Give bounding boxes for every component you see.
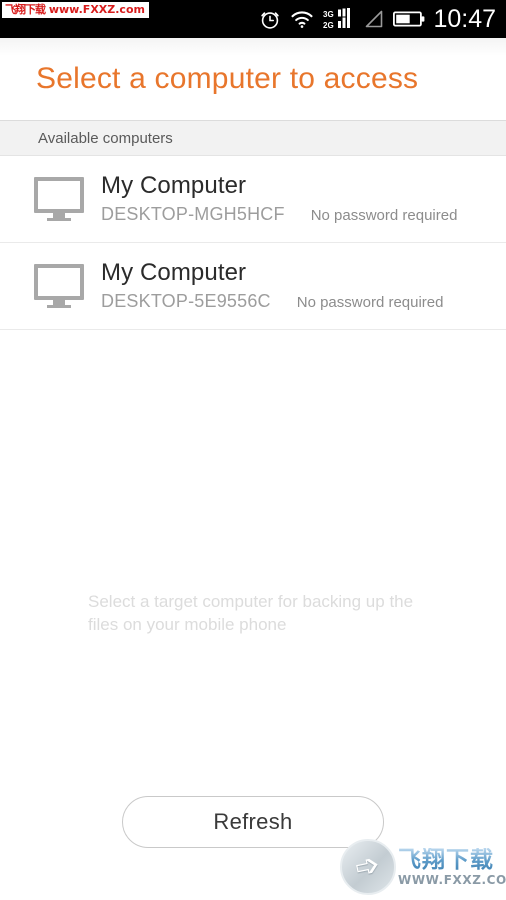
computer-name: My Computer — [101, 172, 247, 199]
signal-triangle-icon — [362, 9, 384, 29]
title-header: Select a computer to access — [0, 38, 506, 120]
refresh-button[interactable]: Refresh — [122, 796, 384, 848]
list-item[interactable]: My Computer DESKTOP-5E9556C No password … — [0, 243, 506, 330]
watermark-top-chinese: 飞翔下载 — [5, 3, 46, 16]
list-item[interactable]: My Computer DESKTOP-MGH5HCF No password … — [0, 156, 506, 243]
alarm-clock-icon — [259, 8, 281, 30]
page-title: Select a computer to access — [36, 62, 419, 95]
cellular-signal-icon: 3G 2G — [323, 8, 353, 30]
computer-password-status: No password required — [296, 294, 444, 311]
computer-subline: DESKTOP-MGH5HCF No password required — [101, 203, 506, 227]
section-header-available-computers: Available computers — [0, 120, 506, 156]
wifi-icon — [290, 9, 314, 29]
hint-text: Select a target computer for backing up … — [88, 592, 414, 634]
watermark-bottom-text: 飞翔下载 WWW.FXXZ.COM — [398, 847, 506, 887]
hint-area: Select a target computer for backing up … — [0, 590, 506, 636]
list-item-text: My Computer DESKTOP-MGH5HCF No password … — [101, 171, 506, 227]
computer-hostname: DESKTOP-5E9556C — [101, 291, 271, 311]
computer-subline: DESKTOP-5E9556C No password required — [101, 290, 506, 314]
computer-password-status: No password required — [310, 207, 458, 224]
watermark-bottom-url: WWW.FXXZ.COM — [398, 872, 506, 887]
status-bar: 飞翔下载 www.FXXZ.com 3G 2G 10:47 — [0, 0, 506, 38]
watermark-bottom-chinese: 飞翔下载 — [398, 847, 506, 873]
section-header-label: Available computers — [38, 129, 173, 147]
list-item-text: My Computer DESKTOP-5E9556C No password … — [101, 258, 506, 314]
watermark-top-url: www.FXXZ.com — [48, 3, 145, 16]
computer-list: My Computer DESKTOP-MGH5HCF No password … — [0, 156, 506, 330]
status-icon-group: 3G 2G — [259, 8, 425, 30]
battery-icon — [393, 10, 425, 28]
computer-name: My Computer — [101, 259, 247, 286]
monitor-icon — [34, 264, 84, 308]
computer-hostname: DESKTOP-MGH5HCF — [101, 204, 285, 224]
monitor-icon — [34, 177, 84, 221]
refresh-area: Refresh — [0, 796, 506, 848]
watermark-top: 飞翔下载 www.FXXZ.com — [2, 2, 149, 18]
svg-text:2G: 2G — [323, 21, 334, 30]
svg-text:3G: 3G — [323, 10, 334, 19]
status-bar-clock: 10:47 — [433, 4, 496, 33]
